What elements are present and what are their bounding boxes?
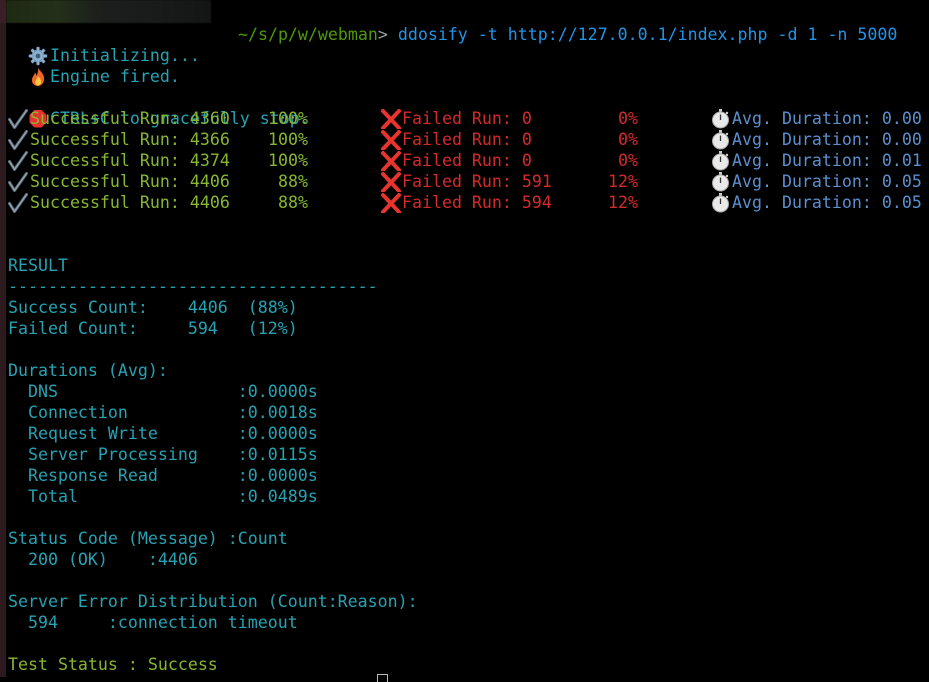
prompt-path: ~/s/p/w/webman (237, 25, 378, 44)
duration-dns: DNS :0.0000s (8, 382, 318, 401)
success-cell: Successful Run: 4366 (8, 129, 230, 150)
success-cell: Successful Run: 4406 (8, 171, 230, 192)
status-line-ctrl-c: CTRL+C to gracefully stop. (8, 87, 310, 128)
check-mark-icon (8, 108, 30, 129)
failed-cell: Failed Run: 0 (380, 129, 532, 150)
duration-cell: Avg. Duration: 0.01 (710, 150, 922, 171)
check-mark-icon (8, 171, 30, 192)
failed-percent: 0% (618, 130, 638, 149)
success-label: Successful Run: 4406 (30, 172, 230, 191)
success-percent: 88% (278, 172, 308, 191)
error-distribution-timeout: 594 :connection timeout (8, 613, 298, 632)
progress-row: Successful Run: 4366 100% Failed Run: 0 0% A… (8, 129, 929, 150)
success-percent: 100% (268, 109, 308, 128)
redacted-prompt-user-host (6, 0, 211, 23)
failed-percent: 12% (608, 172, 638, 191)
duration-server-processing: Server Processing :0.0115s (8, 445, 318, 464)
failed-cell: Failed Run: 0 (380, 150, 532, 171)
progress-row: Successful Run: 4374 100% Failed Run: 0 0% A… (8, 150, 929, 171)
success-label: Successful Run: 4366 (30, 130, 230, 149)
duration-label: Avg. Duration: 0.05 (732, 193, 922, 212)
check-mark-icon (8, 129, 30, 150)
success-count: Success Count: 4406 (88%) (8, 298, 298, 317)
status-code-heading: Status Code (Message) :Count (8, 529, 288, 548)
check-mark-icon (8, 150, 30, 171)
duration-label: Avg. Duration: 0.01 (732, 151, 922, 170)
failed-percent: 12% (608, 193, 638, 212)
status-code-200: 200 (OK) :4406 (8, 550, 198, 569)
duration-cell: Avg. Duration: 0.00 (710, 108, 922, 129)
cross-mark-icon (380, 129, 402, 150)
duration-cell: Avg. Duration: 0.05 (710, 171, 922, 192)
failed-label: Failed Run: 0 (402, 130, 532, 149)
prompt-command: ddosify -t http://127.0.0.1/index.php -d… (397, 25, 898, 44)
failed-percent: 0% (618, 151, 638, 170)
success-percent: 100% (268, 151, 308, 170)
duration-cell: Avg. Duration: 0.05 (710, 192, 922, 213)
progress-row: Successful Run: 4406 88% Failed Run: 591 12… (8, 171, 929, 192)
success-percent: 100% (268, 130, 308, 149)
cross-mark-icon (380, 108, 402, 129)
stopwatch-icon (710, 192, 732, 213)
prompt-line: ~/s/p/w/webman> ddosify -t http://127.0.… (218, 3, 897, 44)
duration-cell: Avg. Duration: 0.00 (710, 129, 922, 150)
failed-cell: Failed Run: 0 (380, 108, 532, 129)
fire-icon (28, 66, 50, 86)
terminal-cursor (377, 674, 388, 682)
cross-mark-icon (380, 150, 402, 171)
stopwatch-icon (710, 150, 732, 171)
result-divider: ------------------------------------- (8, 277, 378, 296)
duration-label: Avg. Duration: 0.00 (732, 130, 922, 149)
success-label: Successful Run: 4360 (30, 109, 230, 128)
duration-request-write: Request Write :0.0000s (8, 424, 318, 443)
result-heading: RESULT (8, 256, 68, 275)
stopwatch-icon (710, 108, 732, 129)
status-line-engine-fired: Engine fired. (8, 45, 180, 86)
test-status: Test Status : Success (8, 655, 218, 674)
check-mark-icon (8, 192, 30, 213)
failed-label: Failed Run: 594 (402, 193, 552, 212)
progress-row: Successful Run: 4406 88% Failed Run: 594 12… (8, 192, 929, 213)
error-distribution-heading: Server Error Distribution (Count:Reason)… (8, 592, 418, 611)
stopwatch-icon (710, 171, 732, 192)
success-cell: Successful Run: 4360 (8, 108, 230, 129)
success-percent: 88% (278, 193, 308, 212)
duration-label: Avg. Duration: 0.00 (732, 109, 922, 128)
duration-connection: Connection :0.0018s (8, 403, 318, 422)
failed-label: Failed Run: 591 (402, 172, 552, 191)
failed-cell: Failed Run: 591 (380, 171, 552, 192)
duration-label: Avg. Duration: 0.05 (732, 172, 922, 191)
window-left-border (0, 0, 6, 677)
progress-row: Successful Run: 4360 100% Failed Run: 0 0% A… (8, 108, 929, 129)
success-cell: Successful Run: 4374 (8, 150, 230, 171)
failed-label: Failed Run: 0 (402, 151, 532, 170)
success-cell: Successful Run: 4406 (8, 192, 230, 213)
failed-cell: Failed Run: 594 (380, 192, 552, 213)
failed-percent: 0% (618, 109, 638, 128)
durations-heading: Durations (Avg): (8, 361, 168, 380)
status-line-initializing: Initializing... (8, 24, 200, 66)
success-label: Successful Run: 4406 (30, 193, 230, 212)
cross-mark-icon (380, 171, 402, 192)
stopwatch-icon (710, 129, 732, 150)
failed-label: Failed Run: 0 (402, 109, 532, 128)
prompt-symbol: > (377, 25, 388, 44)
cross-mark-icon (380, 192, 402, 213)
duration-response-read: Response Read :0.0000s (8, 466, 318, 485)
failed-count: Failed Count: 594 (12%) (8, 319, 298, 338)
status-text: Engine fired. (49, 67, 180, 86)
duration-total: Total :0.0489s (8, 487, 318, 506)
success-label: Successful Run: 4374 (30, 151, 230, 170)
